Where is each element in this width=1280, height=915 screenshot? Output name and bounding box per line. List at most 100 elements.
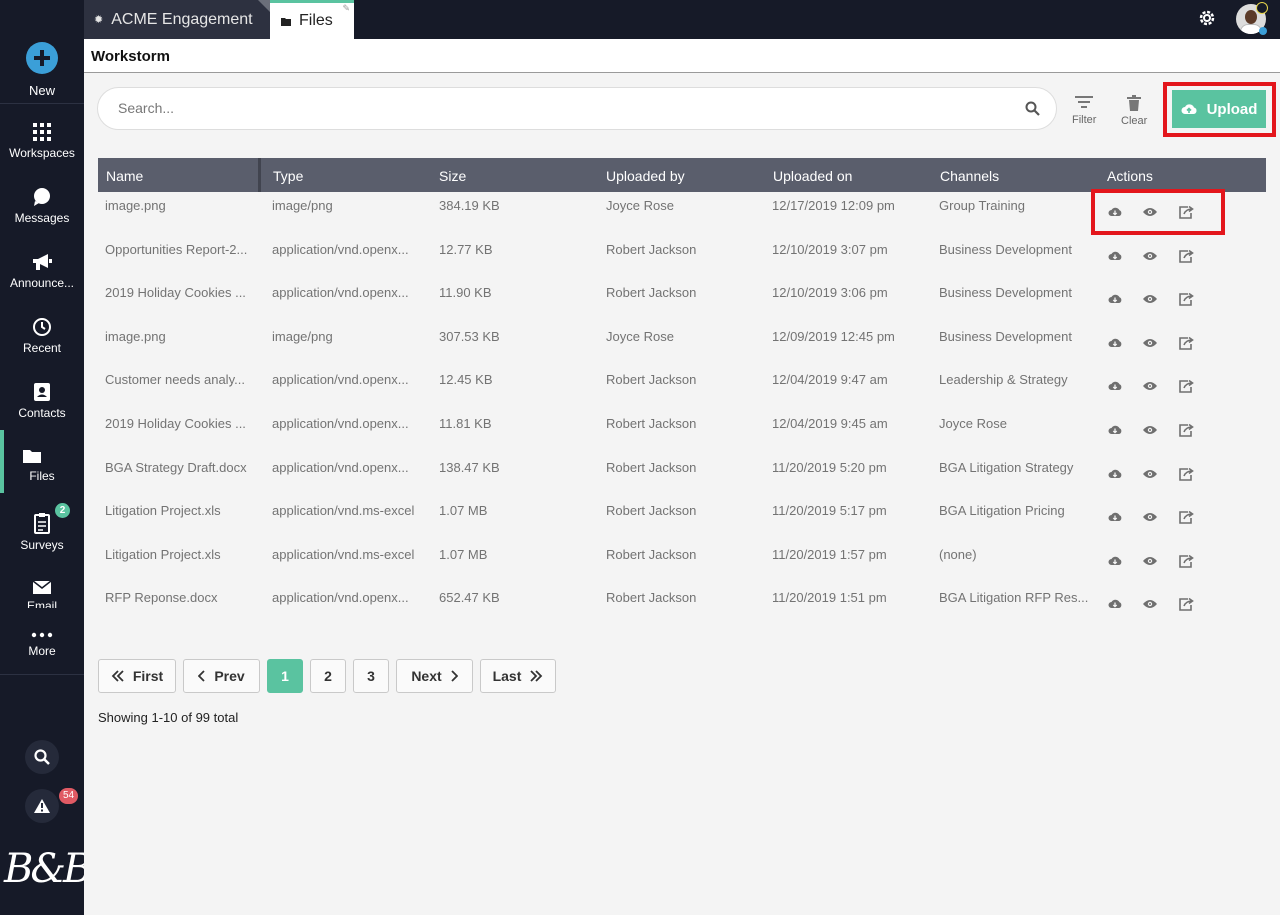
preview-button[interactable] [1142, 336, 1158, 353]
sidebar-item-messages[interactable]: Messages [0, 187, 84, 252]
download-button[interactable] [1108, 423, 1122, 440]
clear-button[interactable]: Clear [1121, 95, 1147, 127]
uploaded-on-cell: 11/20/2019 5:20 pm [772, 459, 887, 475]
table-row[interactable]: 2019 Holiday Cookies ... application/vnd.… [98, 410, 1266, 454]
preview-button[interactable] [1142, 597, 1158, 614]
download-button[interactable] [1108, 554, 1122, 571]
table-row[interactable]: Customer needs analy... application/vnd.o… [98, 366, 1266, 410]
preview-button[interactable] [1142, 249, 1158, 266]
share-button[interactable] [1178, 554, 1194, 571]
preview-button[interactable] [1142, 467, 1158, 484]
table-row[interactable]: Opportunities Report-2... application/vnd… [98, 236, 1266, 280]
share-button[interactable] [1178, 423, 1194, 440]
share-button[interactable] [1178, 205, 1194, 222]
sidebar-item-surveys[interactable]: 2 Surveys [0, 503, 84, 577]
download-button[interactable] [1108, 467, 1122, 484]
column-header-type[interactable]: Type [273, 168, 303, 184]
first-page-button[interactable]: First [98, 659, 176, 693]
file-name-cell: Customer needs analy... [105, 372, 245, 388]
download-button[interactable] [1108, 379, 1122, 396]
column-header-name[interactable]: Name [106, 168, 143, 184]
preview-button[interactable] [1142, 205, 1158, 222]
download-button[interactable] [1108, 597, 1122, 614]
last-page-button[interactable]: Last [480, 659, 556, 693]
sidebar-item-label: Workspaces [9, 146, 75, 160]
sidebar-item-announcements[interactable]: Announce... [0, 252, 84, 317]
chat-icon [34, 188, 50, 206]
preview-button[interactable] [1142, 292, 1158, 309]
row-actions [1108, 510, 1194, 527]
share-button[interactable] [1178, 510, 1194, 527]
column-header-channels[interactable]: Channels [940, 168, 999, 184]
preview-button[interactable] [1142, 379, 1158, 396]
filter-button[interactable]: Filter [1072, 95, 1096, 126]
prev-page-button[interactable]: Prev [183, 659, 260, 693]
eye-icon [1143, 600, 1157, 609]
search-button[interactable] [25, 740, 59, 774]
share-button[interactable] [1178, 292, 1194, 309]
settings-gear-icon[interactable] [1198, 9, 1216, 27]
table-row[interactable]: 2019 Holiday Cookies ... application/vnd.… [98, 279, 1266, 323]
sidebar-item-workspaces[interactable]: Workspaces [0, 122, 84, 187]
preview-button[interactable] [1142, 423, 1158, 440]
column-header-uploaded-by[interactable]: Uploaded by [606, 168, 685, 184]
preview-button[interactable] [1142, 554, 1158, 571]
preview-button[interactable] [1142, 510, 1158, 527]
page-3-button[interactable]: 3 [353, 659, 389, 693]
file-type-cell: application/vnd.openx... [272, 241, 409, 257]
channel-cell: Group Training [939, 198, 1025, 213]
share-button[interactable] [1178, 379, 1194, 396]
table-row[interactable]: BGA Strategy Draft.docx application/vnd.o… [98, 454, 1266, 498]
download-button[interactable] [1108, 292, 1122, 309]
pin-icon[interactable]: ✎ [342, 3, 350, 14]
file-size-cell: 652.47 KB [439, 590, 500, 606]
search-input[interactable] [118, 100, 998, 116]
share-button[interactable] [1178, 467, 1194, 484]
channel-cell: Business Development [939, 285, 1072, 301]
download-button[interactable] [1108, 510, 1122, 527]
sidebar-item-more[interactable]: More [0, 630, 84, 695]
upload-button[interactable]: Upload [1172, 90, 1266, 128]
download-button[interactable] [1108, 249, 1122, 266]
cloud-download-icon [1108, 251, 1122, 260]
tab-acme-engagement[interactable]: ✹ ACME Engagement [84, 0, 270, 39]
row-actions [1108, 249, 1194, 266]
table-body: image.png image/png 384.19 KB Joyce Rose 12/… [98, 189, 1266, 628]
file-size-cell: 12.77 KB [439, 241, 493, 257]
column-resize-handle[interactable] [258, 158, 261, 192]
next-page-button[interactable]: Next [396, 659, 473, 693]
download-button[interactable] [1108, 336, 1122, 353]
column-header-size[interactable]: Size [439, 168, 466, 184]
eye-icon [1143, 556, 1157, 565]
table-row[interactable]: Litigation Project.xls application/vnd.ms… [98, 497, 1266, 541]
tab-files[interactable]: Files ✎ [270, 0, 354, 39]
page-2-button[interactable]: 2 [310, 659, 346, 693]
row-actions [1108, 292, 1194, 309]
alerts-button[interactable] [25, 789, 59, 823]
sidebar-item-files[interactable]: Files [0, 430, 84, 493]
download-button[interactable] [1108, 205, 1122, 222]
company-logo: B&B [4, 846, 92, 892]
table-row[interactable]: RFP Reponse.docx application/vnd.openx...… [98, 584, 1266, 628]
pagination: First Prev 1 2 3 Next Last [98, 659, 556, 693]
info-icon [1259, 27, 1267, 35]
share-button[interactable] [1178, 336, 1194, 353]
file-type-cell: application/vnd.openx... [272, 285, 409, 301]
share-button[interactable] [1178, 597, 1194, 614]
chevron-left-icon [198, 670, 205, 682]
sidebar-item-email[interactable]: Email [0, 580, 84, 608]
page-1-button[interactable]: 1 [267, 659, 303, 693]
folder-icon [23, 450, 41, 463]
last-label: Last [492, 668, 522, 684]
uploaded-on-cell: 11/20/2019 1:51 pm [772, 590, 887, 606]
table-row[interactable]: image.png image/png 307.53 KB Joyce Rose 12/… [98, 323, 1266, 367]
column-header-uploaded-on[interactable]: Uploaded on [773, 168, 852, 184]
search-icon[interactable] [1025, 101, 1040, 116]
table-row[interactable]: image.png image/png 384.19 KB Joyce Rose 12/… [98, 189, 1266, 236]
uploaded-by-cell: Robert Jackson [606, 285, 697, 301]
new-button[interactable]: New [0, 38, 84, 98]
table-row[interactable]: Litigation Project.xls application/vnd.ms… [98, 541, 1266, 585]
sidebar-item-recent[interactable]: Recent [0, 317, 84, 382]
uploaded-on-cell: 12/04/2019 9:45 am [772, 415, 888, 431]
share-button[interactable] [1178, 249, 1194, 266]
